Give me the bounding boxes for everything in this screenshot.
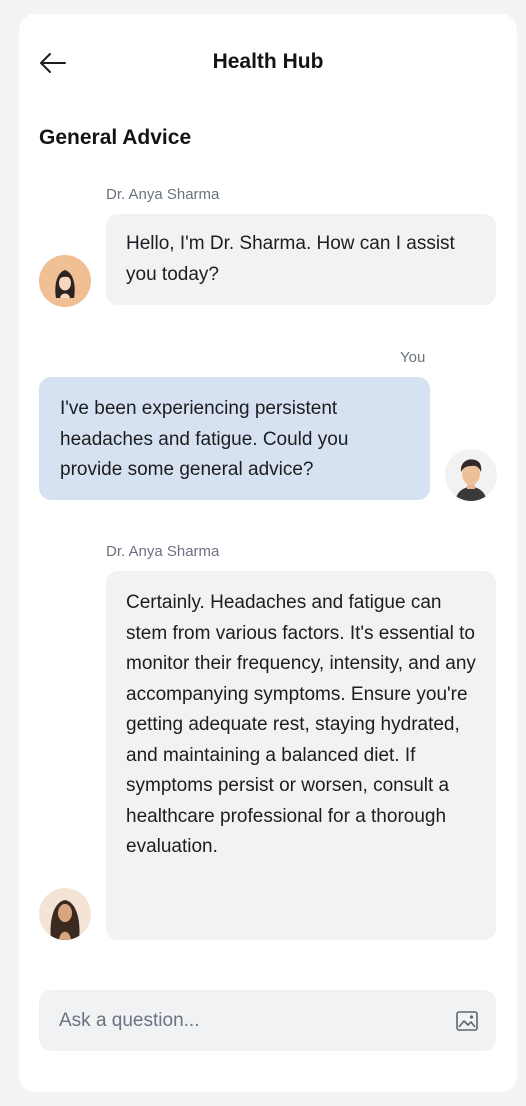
- page-title: Health Hub: [212, 50, 324, 73]
- message-sender: Dr. Anya Sharma: [106, 186, 220, 203]
- user-avatar: [445, 449, 497, 501]
- message-sender: Dr. Anya Sharma: [106, 543, 220, 560]
- section-title: General Advice: [39, 126, 192, 149]
- doctor-avatar: [39, 888, 91, 940]
- user-message-bubble: I've been experiencing persistent headac…: [39, 377, 430, 500]
- doctor-avatar: [39, 255, 91, 307]
- question-composer: [39, 990, 496, 1051]
- app-header: Health Hub: [19, 14, 517, 110]
- message-sender: You: [400, 349, 426, 366]
- image-icon: [456, 1011, 478, 1031]
- doctor-message-bubble: Hello, I'm Dr. Sharma. How can I assist …: [106, 214, 496, 305]
- phone-screen: Health Hub General Advice Dr. Anya Sharm…: [19, 14, 517, 1092]
- question-input[interactable]: [59, 990, 439, 1051]
- doctor-message-bubble: Certainly. Headaches and fatigue can ste…: [106, 571, 496, 940]
- attach-image-button[interactable]: [454, 1008, 480, 1034]
